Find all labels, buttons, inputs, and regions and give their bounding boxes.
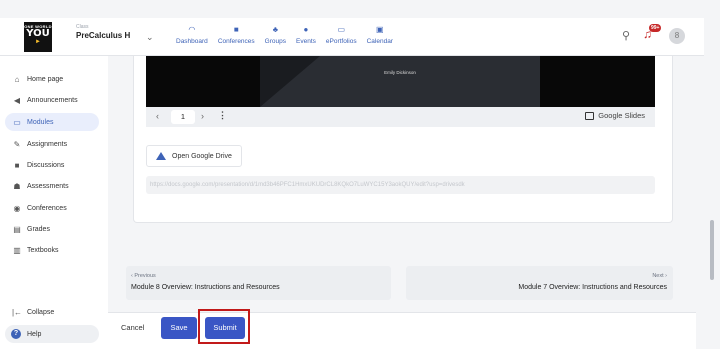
document-url[interactable]: https://docs.google.com/presentation/d/1… <box>146 176 655 194</box>
notification-badge: 99+ <box>649 24 662 32</box>
nav-conferences[interactable]: ■ Conferences <box>218 24 255 45</box>
assignment-icon: ✎ <box>13 139 21 149</box>
modules-icon: ▭ <box>13 117 21 127</box>
save-button[interactable]: Save <box>161 317 197 339</box>
google-slides-link[interactable]: Google Slides <box>585 111 645 120</box>
next-module-link[interactable]: Next › Module 7 Overview: Instructions a… <box>406 266 673 300</box>
nav-events[interactable]: ● Events <box>296 24 316 45</box>
next-slide-icon[interactable]: › <box>201 111 204 121</box>
open-google-drive-button[interactable]: Open Google Drive <box>146 145 242 167</box>
next-caption: Next › <box>652 273 667 279</box>
help-label: Help <box>27 330 42 338</box>
class-selector-caption: Class <box>76 24 89 30</box>
sidebar-item-label: Home page <box>27 75 64 83</box>
sidebar-item-modules[interactable]: ▭ Modules <box>5 113 99 131</box>
sidebar: ⌂ Home page ◀ Announcements ▭ Modules ✎ … <box>0 56 108 349</box>
class-selector-value: PreCalculus H <box>76 31 131 40</box>
sidebar-item-label: Conferences <box>27 204 67 212</box>
slide-author: Emily Dickinson <box>384 70 416 75</box>
slide-canvas: Emily Dickinson <box>260 56 540 107</box>
help-button[interactable]: ? Help <box>5 325 99 343</box>
previous-slide-icon[interactable]: ‹ <box>156 111 159 121</box>
open-google-drive-label: Open Google Drive <box>172 152 232 160</box>
textbook-icon: ▥ <box>13 245 21 255</box>
collapse-icon: |← <box>11 307 23 317</box>
sidebar-item-conferences[interactable]: ◉ Conferences <box>5 199 99 217</box>
sidebar-item-grades[interactable]: ▤ Grades <box>5 220 99 238</box>
main-nav: ◠ Dashboard ■ Conferences ♣ Groups ● Eve… <box>176 24 403 45</box>
home-icon: ⌂ <box>14 74 20 84</box>
sidebar-item-label: Assignments <box>27 140 68 148</box>
assessment-icon: ☗ <box>13 181 21 191</box>
nav-calendar[interactable]: ▣ Calendar <box>367 24 393 45</box>
sidebar-item-discussions[interactable]: ■ Discussions <box>5 156 99 174</box>
sidebar-item-assignments[interactable]: ✎ Assignments <box>5 135 99 153</box>
notifications-button[interactable]: ♫ 99+ <box>643 24 662 45</box>
collapse-label: Collapse <box>27 308 55 316</box>
sidebar-item-home[interactable]: ⌂ Home page <box>5 70 99 88</box>
google-slides-icon <box>585 111 595 120</box>
nav-groups[interactable]: ♣ Groups <box>265 24 286 45</box>
google-slides-label: Google Slides <box>598 111 645 120</box>
slides-embed[interactable]: Emily Dickinson <box>146 56 655 107</box>
school-logo[interactable]: ONE WORLD YOU ► <box>24 22 52 52</box>
megaphone-icon: ◀ <box>13 95 21 105</box>
dashboard-icon: ◠ <box>188 25 196 34</box>
sidebar-item-label: Textbooks <box>27 246 59 254</box>
scrollbar-thumb[interactable] <box>710 220 714 280</box>
grades-icon: ▤ <box>13 224 21 234</box>
sidebar-item-label: Announcements <box>27 96 78 104</box>
sidebar-item-textbooks[interactable]: ▥ Textbooks <box>5 241 99 259</box>
search-icon[interactable]: ⚲ <box>622 29 630 42</box>
sidebar-item-label: Modules <box>27 118 54 126</box>
previous-module-link[interactable]: ‹ Previous Module 8 Overview: Instructio… <box>126 266 391 300</box>
portfolio-icon: ▭ <box>337 25 346 34</box>
sidebar-item-label: Grades <box>27 225 50 233</box>
sidebar-item-label: Discussions <box>27 161 65 169</box>
chevron-down-icon[interactable]: ⌄ <box>146 32 154 43</box>
class-selector[interactable]: Class PreCalculus H ⌄ <box>76 24 154 42</box>
discussion-icon: ■ <box>14 160 20 170</box>
more-options-icon[interactable]: ⋮ <box>218 110 227 121</box>
nav-eportfolios[interactable]: ▭ ePortfolios <box>326 24 357 45</box>
submit-button[interactable]: Submit <box>205 317 245 339</box>
previous-caption: ‹ Previous <box>131 273 156 279</box>
location-pin-icon: ● <box>303 25 309 34</box>
previous-module-title: Module 8 Overview: Instructions and Reso… <box>131 284 280 291</box>
conference-icon: ◉ <box>13 203 21 213</box>
calendar-icon: ▣ <box>376 25 384 34</box>
collapse-button[interactable]: |← Collapse <box>5 303 99 321</box>
top-bar: ONE WORLD YOU ► Class PreCalculus H ⌄ ◠ … <box>0 18 704 56</box>
sidebar-item-announcements[interactable]: ◀ Announcements <box>5 91 99 109</box>
video-camera-icon: ■ <box>233 25 239 34</box>
help-icon: ? <box>11 329 21 339</box>
slide-page-input[interactable]: 1 <box>171 110 195 124</box>
nav-dashboard[interactable]: ◠ Dashboard <box>176 24 208 45</box>
avatar[interactable]: 8 <box>669 28 685 44</box>
google-drive-icon <box>156 152 166 160</box>
sidebar-item-label: Assessments <box>27 182 69 190</box>
scrollbar-track[interactable] <box>704 56 720 349</box>
sidebar-item-assessments[interactable]: ☗ Assessments <box>5 177 99 195</box>
next-module-title: Module 7 Overview: Instructions and Reso… <box>518 284 667 291</box>
groups-icon: ♣ <box>272 25 278 34</box>
slides-toolbar: ‹ 1 › ⋮ Google Slides <box>146 107 655 127</box>
cancel-button[interactable]: Cancel <box>121 318 144 338</box>
